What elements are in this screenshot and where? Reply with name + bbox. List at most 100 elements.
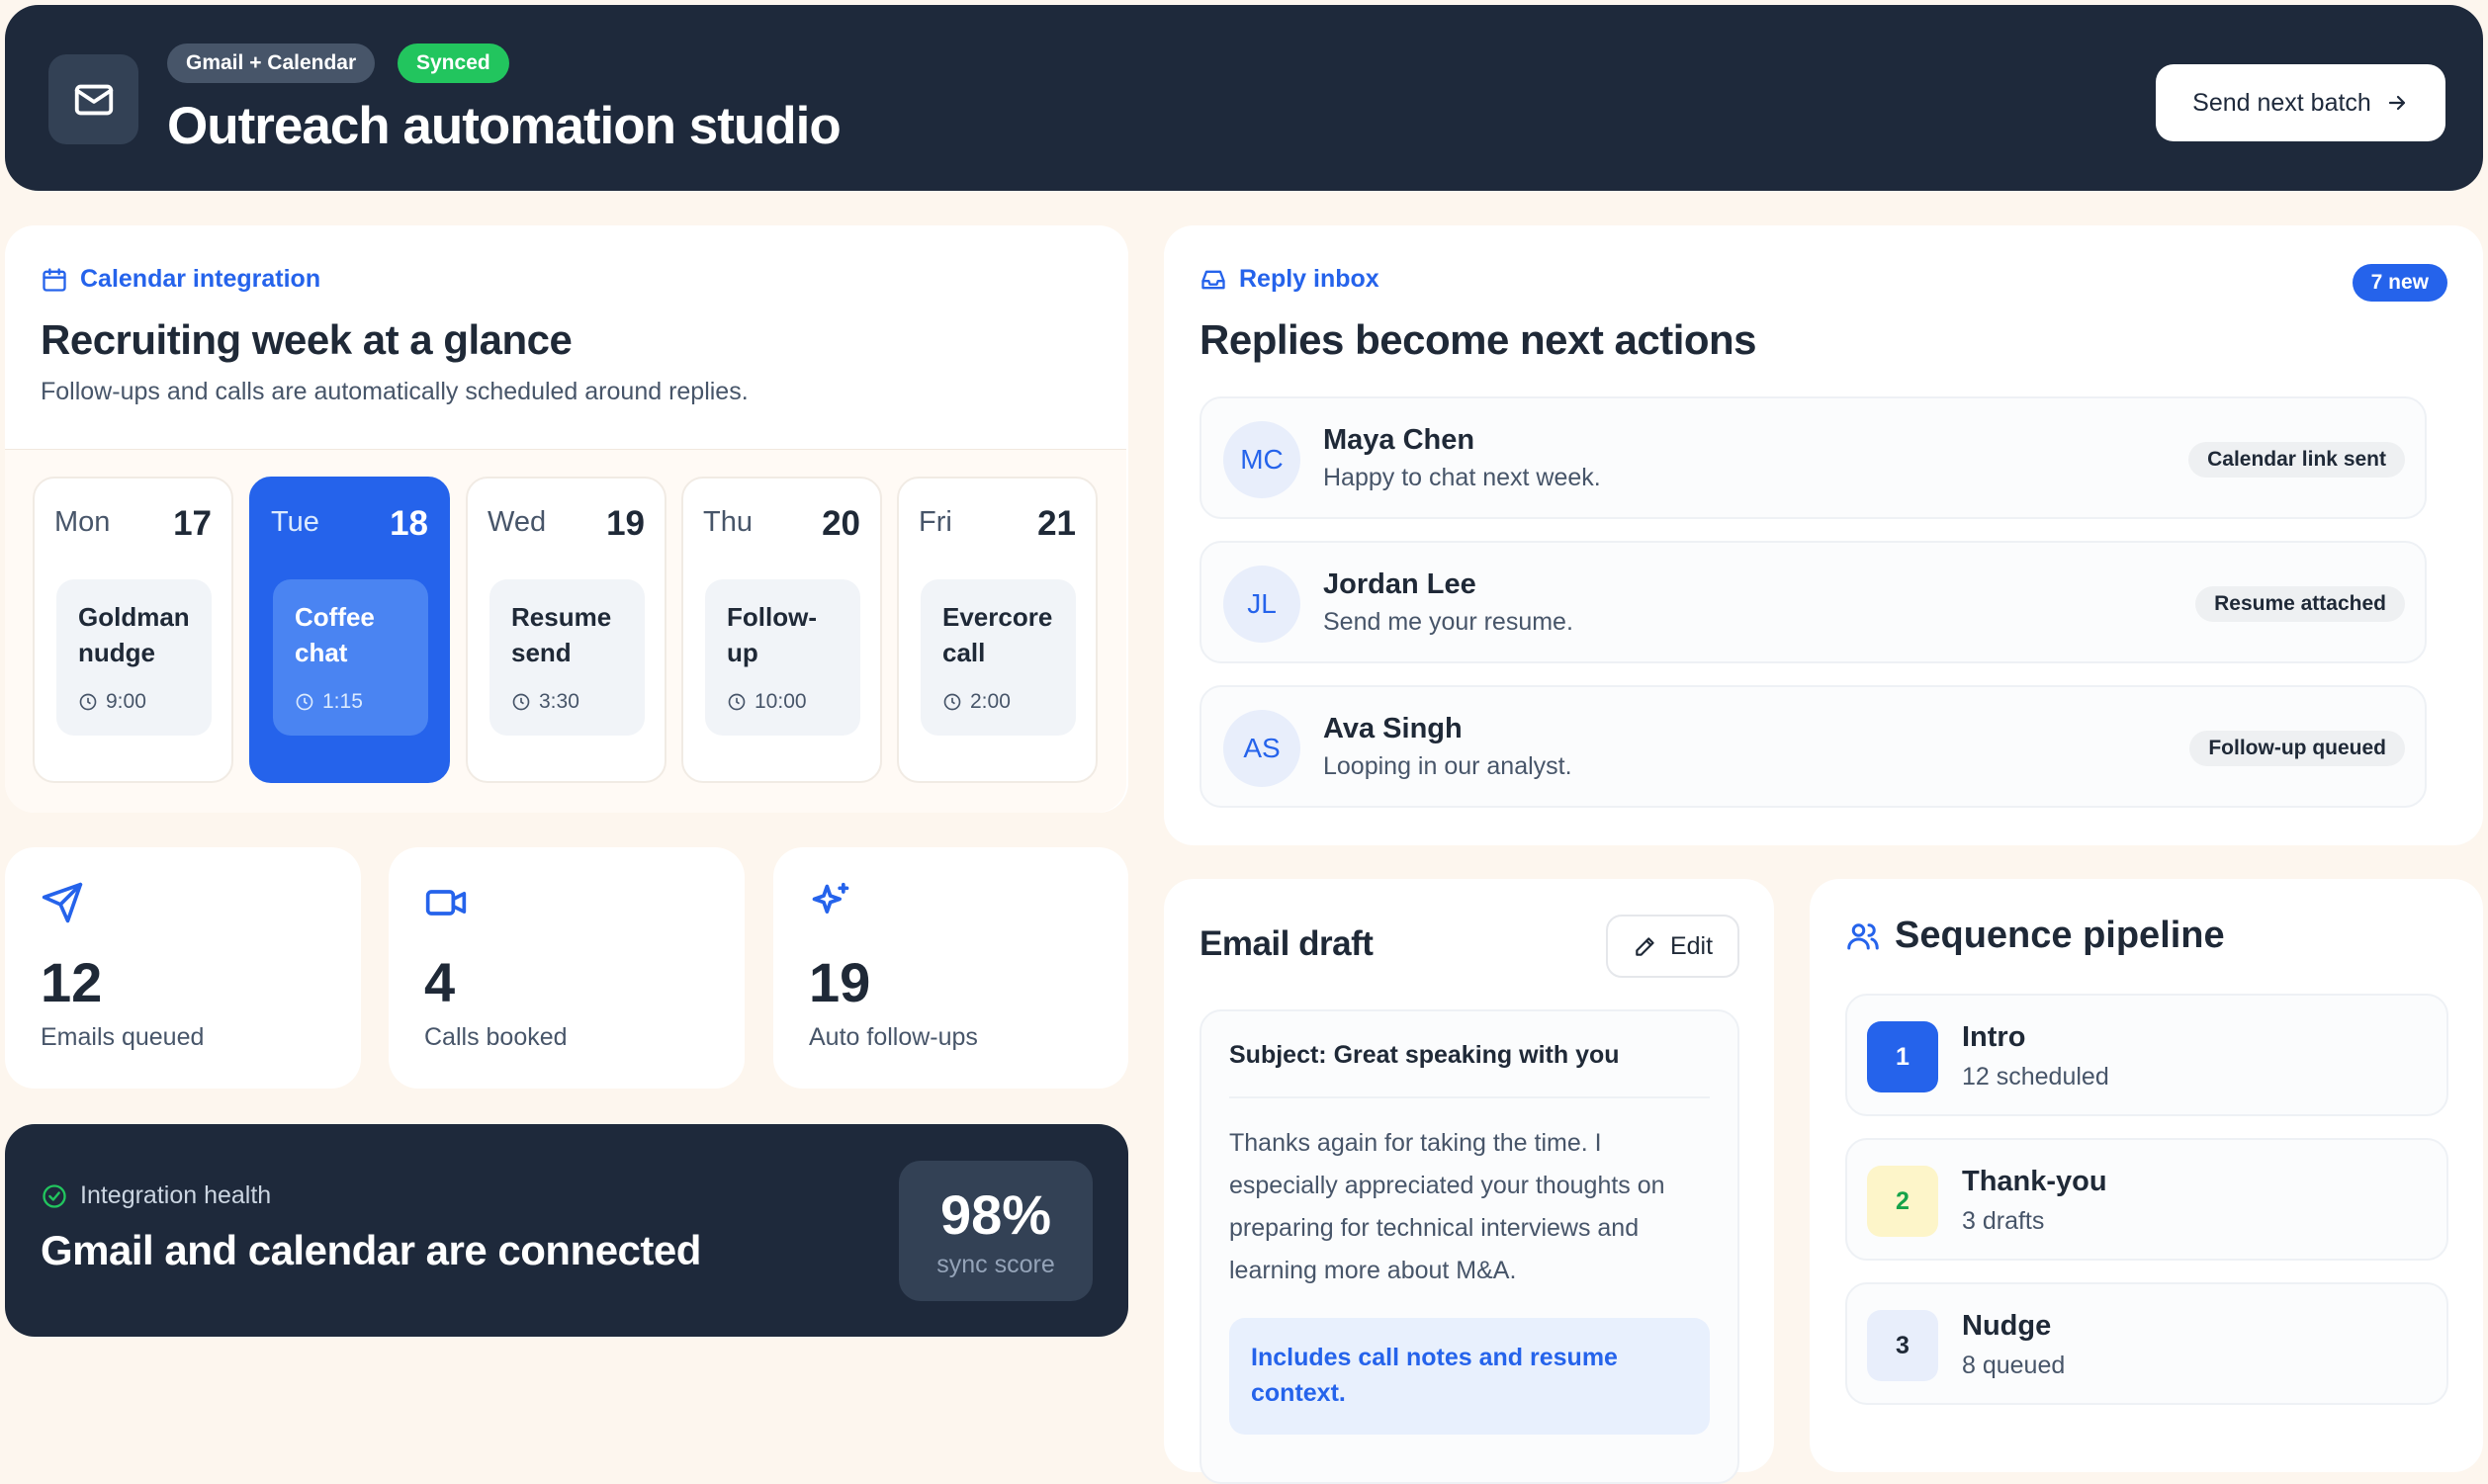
pipeline-step-intro[interactable]: 1 Intro 12 scheduled <box>1845 994 2448 1116</box>
stat-emails-queued: 12 Emails queued <box>5 847 361 1089</box>
send-next-batch-label: Send next batch <box>2192 88 2371 117</box>
calendar-event[interactable]: Follow- up 10:00 <box>705 579 860 736</box>
clock-icon <box>512 693 530 711</box>
day-name: Wed <box>488 506 547 538</box>
new-replies-badge: 7 new <box>2352 264 2447 302</box>
step-number: 3 <box>1867 1310 1938 1381</box>
stat-calls-booked: 4 Calls booked <box>389 847 745 1089</box>
inbox-icon <box>1201 270 1225 289</box>
reply-status-tag: Calendar link sent <box>2188 442 2405 478</box>
draft-note: Includes call notes and resume context. <box>1229 1318 1710 1435</box>
draft-note-line: context. <box>1251 1379 1346 1407</box>
calendar-eyebrow-label: Calendar integration <box>80 265 321 293</box>
draft-preview[interactable]: Subject: Great speaking with you Thanks … <box>1200 1009 1739 1484</box>
event-time: 2:00 <box>970 690 1011 713</box>
event-time: 3:30 <box>539 690 579 713</box>
sync-score-label: sync score <box>936 1251 1055 1278</box>
event-time: 1:15 <box>322 690 363 713</box>
step-number: 2 <box>1867 1166 1938 1237</box>
stat-label: Emails queued <box>41 1023 205 1051</box>
stat-label: Auto follow-ups <box>809 1023 978 1051</box>
step-meta: 3 drafts <box>1962 1207 2045 1235</box>
clock-icon <box>728 693 746 711</box>
avatar: MC <box>1223 421 1300 498</box>
event-title-line1: Evercore <box>942 602 1053 632</box>
day-name: Tue <box>271 506 319 538</box>
calendar-event[interactable]: Goldman nudge 9:00 <box>56 579 212 736</box>
sync-status-badge: Synced <box>398 44 509 83</box>
clock-icon <box>296 693 313 711</box>
send-icon <box>42 882 83 923</box>
day-card-fri[interactable]: Fri 21 Evercore call 2:00 <box>897 477 1098 783</box>
reply-sender: Ava Singh <box>1323 713 1463 744</box>
event-title-line1: Goldman <box>78 602 190 632</box>
divider <box>1229 1096 1710 1098</box>
stat-value: 19 <box>809 951 871 1013</box>
sync-score-box: 98% sync score <box>899 1161 1093 1301</box>
calendar-event[interactable]: Evercore call 2:00 <box>921 579 1076 736</box>
reply-inbox-card: Reply inbox 7 new Replies become next ac… <box>1164 225 2483 845</box>
day-number: 18 <box>390 504 428 543</box>
stat-auto-follow-ups: 19 Auto follow-ups <box>773 847 1128 1089</box>
edit-draft-button[interactable]: Edit <box>1606 915 1739 978</box>
calendar-event[interactable]: Coffee chat 1:15 <box>273 579 428 736</box>
day-name: Thu <box>703 506 753 538</box>
calendar-title: Recruiting week at a glance <box>41 316 573 363</box>
edit-button-label: Edit <box>1669 931 1714 960</box>
calendar-event[interactable]: Resume send 3:30 <box>489 579 645 736</box>
stat-value: 12 <box>41 951 103 1013</box>
reply-item-jordan-lee[interactable]: JL Jordan Lee Send me your resume. Resum… <box>1200 541 2427 663</box>
sparkles-icon <box>812 882 849 914</box>
day-name: Fri <box>919 506 952 538</box>
reply-sender: Maya Chen <box>1323 424 1475 456</box>
day-card-mon[interactable]: Mon 17 Goldman nudge 9:00 <box>33 477 233 783</box>
sync-score-value: 98% <box>939 1183 1052 1246</box>
event-title-line1: Follow- <box>727 602 817 632</box>
health-eyebrow: Integration health <box>41 1181 271 1210</box>
event-title-line2: up <box>727 638 758 667</box>
health-eyebrow-label: Integration health <box>80 1181 272 1209</box>
inbox-eyebrow: Reply inbox <box>1200 265 1379 294</box>
day-number: 21 <box>1037 504 1076 543</box>
reply-item-ava-singh[interactable]: AS Ava Singh Looping in our analyst. Fol… <box>1200 685 2427 808</box>
step-number: 1 <box>1867 1021 1938 1092</box>
reply-message: Send me your resume. <box>1323 608 1573 636</box>
email-draft-card: Email draft Edit Subject: Great speaking… <box>1164 879 1774 1484</box>
clock-icon <box>79 693 97 711</box>
draft-subject: Subject: Great speaking with you <box>1229 1041 1620 1069</box>
health-title: Gmail and calendar are connected <box>41 1227 701 1273</box>
draft-body: Thanks again for taking the time. I espe… <box>1229 1122 1665 1292</box>
sequence-pipeline-card: Sequence pipeline 1 Intro 12 scheduled 2… <box>1810 879 2483 1472</box>
event-title-line2: call <box>942 638 986 667</box>
header-banner: Gmail + Calendar Synced Outreach automat… <box>5 5 2483 191</box>
calendar-eyebrow: Calendar integration <box>41 265 320 294</box>
event-title-line1: Resume <box>511 602 612 632</box>
integration-health-card: Integration health Gmail and calendar ar… <box>5 1124 1128 1337</box>
event-time: 9:00 <box>106 690 146 713</box>
day-card-tue[interactable]: Tue 18 Coffee chat 1:15 <box>249 477 450 783</box>
send-next-batch-button[interactable]: Send next batch <box>2156 64 2445 141</box>
step-meta: 12 scheduled <box>1962 1063 2109 1091</box>
stat-value: 4 <box>424 951 456 1013</box>
draft-body-line: preparing for technical interviews and <box>1229 1214 1640 1242</box>
calendar-subtitle: Follow-ups and calls are automatically s… <box>41 378 749 405</box>
draft-body-line: especially appreciated your thoughts on <box>1229 1172 1665 1199</box>
draft-body-line: Thanks again for taking the time. I <box>1229 1129 1602 1157</box>
day-card-thu[interactable]: Thu 20 Follow- up 10:00 <box>681 477 882 783</box>
page-title: Outreach automation studio <box>167 97 842 155</box>
integration-tag: Gmail + Calendar <box>167 44 376 83</box>
mail-icon <box>48 54 138 144</box>
pipeline-step-nudge[interactable]: 3 Nudge 8 queued <box>1845 1282 2448 1405</box>
step-name: Intro <box>1962 1021 2026 1053</box>
event-title-line2: chat <box>295 638 348 667</box>
event-time: 10:00 <box>755 690 807 713</box>
draft-body-line: learning more about M&A. <box>1229 1257 1517 1284</box>
pipeline-step-thank-you[interactable]: 2 Thank-you 3 drafts <box>1845 1138 2448 1261</box>
pipeline-title: Sequence pipeline <box>1895 915 2225 956</box>
calendar-icon <box>43 267 66 292</box>
avatar: JL <box>1223 566 1300 643</box>
day-card-wed[interactable]: Wed 19 Resume send 3:30 <box>466 477 666 783</box>
reply-status-tag: Resume attached <box>2195 586 2405 622</box>
draft-note-line: Includes call notes and resume <box>1251 1344 1618 1371</box>
reply-item-maya-chen[interactable]: MC Maya Chen Happy to chat next week. Ca… <box>1200 396 2427 519</box>
